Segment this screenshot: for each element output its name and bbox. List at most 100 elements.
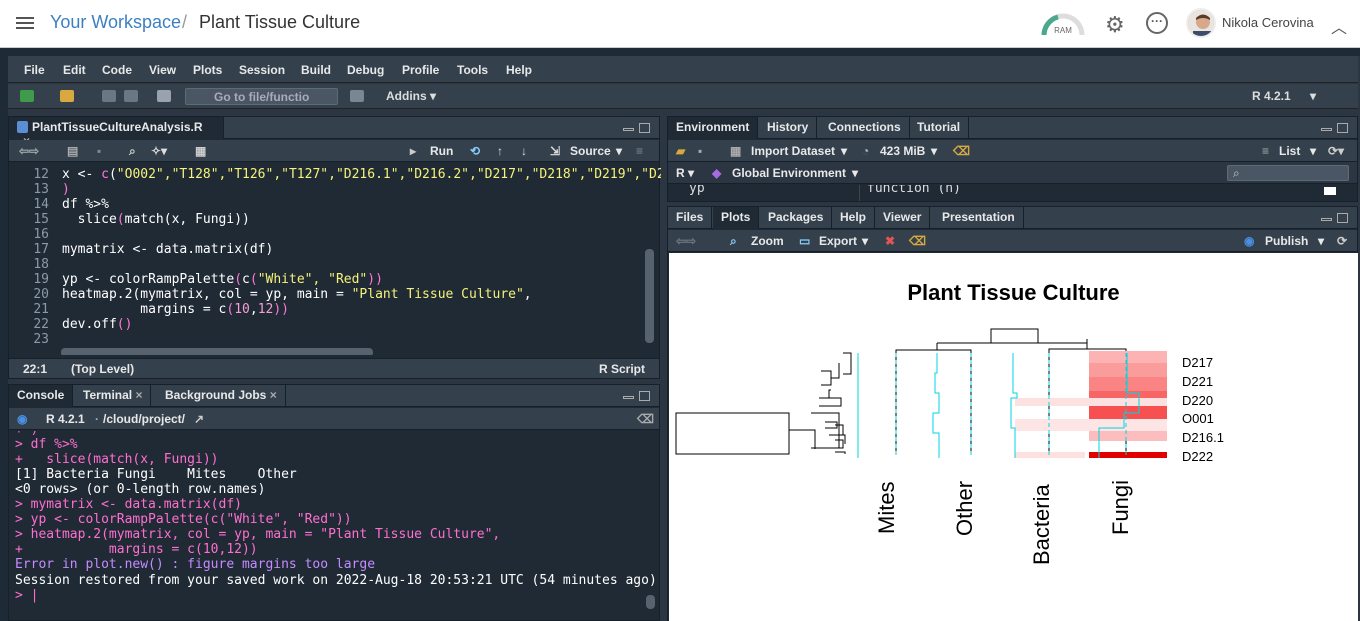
console-output[interactable]: + ) > df %>% + slice(match(x, Fungi)) [1… bbox=[9, 431, 659, 621]
more-options-icon[interactable]: ··· bbox=[1146, 12, 1168, 34]
menu-profile[interactable]: Profile bbox=[402, 63, 439, 77]
import-dataset-button[interactable]: Import Dataset bbox=[751, 144, 835, 158]
menu-tools[interactable]: Tools bbox=[457, 63, 488, 77]
load-workspace-icon[interactable]: ▰ bbox=[676, 144, 685, 158]
code-area[interactable]: 12 13 14 15 16 17 18 19 20 21 22 23 x <-… bbox=[9, 163, 661, 355]
print-icon[interactable] bbox=[157, 90, 171, 102]
save-icon[interactable]: ▪ bbox=[97, 144, 101, 158]
tab-packages[interactable]: Packages bbox=[760, 207, 833, 229]
chevron-down-icon[interactable]: ▾ bbox=[862, 234, 868, 248]
back-forward-icon[interactable]: ⇦⇨ bbox=[19, 144, 39, 158]
tab-environment[interactable]: Environment bbox=[668, 117, 759, 139]
go-up-icon[interactable]: ↑ bbox=[497, 144, 503, 158]
menu-view[interactable]: View bbox=[149, 63, 176, 77]
chevron-down-icon[interactable]: ▾ bbox=[852, 166, 858, 180]
back-forward-icon[interactable]: ⇦⇨ bbox=[676, 234, 696, 248]
working-directory[interactable]: /cloud/project/ bbox=[103, 412, 185, 426]
vertical-scrollbar[interactable] bbox=[645, 249, 654, 343]
delete-plot-icon[interactable]: ✖ bbox=[885, 234, 895, 248]
code-tools-wand-icon[interactable]: ✧▾ bbox=[151, 144, 167, 158]
refresh-icon[interactable]: ⟳ bbox=[1337, 234, 1347, 248]
publish-button[interactable]: Publish bbox=[1265, 234, 1308, 248]
tab-plots[interactable]: Plots bbox=[713, 207, 760, 229]
go-to-directory-icon[interactable]: ↗ bbox=[194, 412, 204, 426]
tab-terminal[interactable]: Terminal × bbox=[75, 385, 152, 407]
tab-viewer[interactable]: Viewer bbox=[875, 207, 931, 229]
tab-plant-tissue-culture-analysis[interactable]: PlantTissueCultureAnalysis.R × bbox=[9, 117, 224, 148]
clear-broom-icon[interactable]: ⌫ bbox=[953, 144, 970, 158]
chevron-down-icon[interactable]: ▾ bbox=[1318, 234, 1324, 248]
save-workspace-icon[interactable]: ▪ bbox=[698, 144, 702, 158]
environment-search-input[interactable]: ⌕ bbox=[1227, 165, 1349, 181]
pane-min-max[interactable] bbox=[623, 391, 651, 402]
settings-gear-icon[interactable]: ⚙ bbox=[1105, 12, 1125, 38]
go-down-icon[interactable]: ↓ bbox=[521, 144, 527, 158]
clear-console-broom-icon[interactable]: ⌫ bbox=[637, 412, 654, 426]
menu-plots[interactable]: Plots bbox=[193, 63, 222, 77]
scope-selector[interactable]: (Top Level) bbox=[71, 362, 134, 376]
menu-session[interactable]: Session bbox=[239, 63, 285, 77]
pane-min-max[interactable] bbox=[1321, 123, 1349, 134]
run-button[interactable]: Run bbox=[430, 144, 453, 158]
view-mode-list[interactable]: List bbox=[1279, 144, 1300, 158]
outline-icon[interactable]: ≡ bbox=[636, 144, 643, 158]
close-icon[interactable]: × bbox=[270, 388, 277, 402]
tab-presentation[interactable]: Presentation bbox=[934, 207, 1024, 229]
plot-canvas[interactable]: Plant Tissue Culture D217 D221 D220 O001… bbox=[669, 253, 1358, 621]
tab-background-jobs[interactable]: Background Jobs × bbox=[157, 385, 286, 407]
user-name[interactable]: Nikola Cerovina bbox=[1222, 15, 1314, 30]
tab-history[interactable]: History bbox=[759, 117, 818, 139]
vertical-scrollbar[interactable] bbox=[646, 595, 655, 609]
tab-tutorial[interactable]: Tutorial bbox=[909, 117, 970, 139]
zoom-button[interactable]: Zoom bbox=[751, 234, 784, 248]
menu-build[interactable]: Build bbox=[301, 63, 331, 77]
menu-code[interactable]: Code bbox=[102, 63, 132, 77]
menu-help[interactable]: Help bbox=[506, 63, 532, 77]
chevron-down-icon[interactable]: ▾ bbox=[616, 144, 622, 158]
console-r-version[interactable]: R 4.2.1 bbox=[46, 412, 85, 426]
menu-debug[interactable]: Debug bbox=[347, 63, 384, 77]
menu-edit[interactable]: Edit bbox=[63, 63, 86, 77]
go-to-file-input[interactable]: Go to file/functio bbox=[185, 88, 338, 105]
workspace-link[interactable]: Your Workspace bbox=[50, 12, 181, 33]
chevron-down-icon[interactable]: ▾ bbox=[931, 144, 937, 158]
show-in-window-icon[interactable]: ▤ bbox=[67, 144, 78, 158]
environment-row[interactable]: yp function (n) bbox=[668, 185, 1357, 201]
chevron-down-icon[interactable]: ▾ bbox=[1310, 144, 1316, 158]
avatar[interactable] bbox=[1186, 8, 1216, 38]
rerun-icon[interactable]: ⟲ bbox=[470, 144, 480, 158]
compile-report-icon[interactable]: ▦ bbox=[195, 144, 206, 158]
chevron-down-icon[interactable]: ▾ bbox=[841, 144, 847, 158]
environment-scope[interactable]: Global Environment bbox=[732, 166, 846, 180]
addins-menu[interactable]: Addins bbox=[386, 89, 427, 103]
console-prompt[interactable]: > | bbox=[15, 588, 38, 603]
horizontal-scrollbar[interactable] bbox=[61, 348, 373, 355]
pane-min-max[interactable] bbox=[623, 123, 651, 134]
chevron-down-icon[interactable]: ▾ bbox=[430, 89, 436, 103]
hamburger-menu-icon[interactable] bbox=[16, 14, 34, 34]
new-file-icon[interactable] bbox=[20, 90, 34, 102]
tab-files[interactable]: Files bbox=[668, 207, 713, 229]
ram-gauge-icon[interactable]: RAM bbox=[1040, 11, 1086, 37]
grid-layout-icon[interactable] bbox=[350, 90, 364, 102]
view-function-icon[interactable] bbox=[1324, 187, 1336, 195]
clear-plots-broom-icon[interactable]: ⌫ bbox=[909, 234, 926, 248]
pane-min-max[interactable] bbox=[1321, 213, 1349, 224]
open-file-icon[interactable] bbox=[60, 90, 74, 102]
close-icon[interactable]: × bbox=[135, 388, 142, 402]
search-icon[interactable]: ⌕ bbox=[129, 144, 136, 159]
save-icon[interactable] bbox=[102, 90, 116, 102]
export-button[interactable]: Export bbox=[819, 234, 857, 248]
chevron-down-icon[interactable]: ▾ bbox=[688, 166, 694, 180]
refresh-icon[interactable]: ⟳▾ bbox=[1328, 144, 1344, 158]
r-version-menu[interactable]: R 4.2.1 bbox=[1252, 89, 1291, 103]
chevron-down-icon[interactable]: ▾ bbox=[1310, 89, 1316, 103]
save-all-icon[interactable] bbox=[124, 90, 138, 102]
tab-connections[interactable]: Connections bbox=[820, 117, 910, 139]
tab-console[interactable]: Console bbox=[9, 385, 74, 407]
menu-file[interactable]: File bbox=[24, 63, 45, 77]
chevron-up-icon[interactable]: ︿ bbox=[1331, 14, 1347, 38]
source-button[interactable]: Source bbox=[570, 144, 611, 158]
tab-help[interactable]: Help bbox=[832, 207, 876, 229]
memory-usage[interactable]: 423 MiB bbox=[880, 144, 925, 158]
